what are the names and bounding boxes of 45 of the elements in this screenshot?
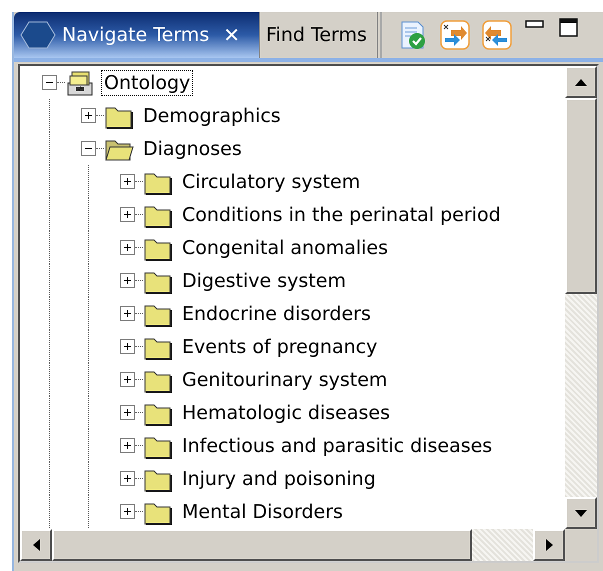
scroll-up-button[interactable] xyxy=(565,66,597,98)
view-tab[interactable]: Navigate Terms ✕ xyxy=(14,12,260,58)
expander-icon[interactable] xyxy=(120,372,135,387)
tree-item[interactable]: Infectious and parasitic diseases xyxy=(179,432,496,458)
scrollbar-corner xyxy=(565,529,597,561)
horizontal-scrollbar[interactable] xyxy=(20,529,597,561)
scroll-down-button[interactable] xyxy=(565,497,597,529)
arrows-icon[interactable] xyxy=(440,20,470,50)
expander-icon[interactable] xyxy=(120,405,135,420)
tree-item[interactable]: Digestive system xyxy=(179,268,349,294)
tree-item[interactable]: Injury and poisoning xyxy=(179,466,379,492)
view-tab[interactable]: Find Terms xyxy=(260,12,378,58)
hexagon-icon xyxy=(20,21,56,49)
tree-item[interactable]: Demographics xyxy=(140,102,284,128)
expander-icon[interactable] xyxy=(120,306,135,321)
close-icon[interactable]: ✕ xyxy=(223,23,240,47)
expander-icon[interactable] xyxy=(120,339,135,354)
cabinet-icon xyxy=(65,68,95,96)
tree-item[interactable]: Conditions in the perinatal period xyxy=(179,202,504,228)
tree-item[interactable]: Ontology xyxy=(101,70,194,96)
scroll-right-button[interactable] xyxy=(533,529,565,561)
expander-icon[interactable] xyxy=(120,471,135,486)
maximize-icon[interactable] xyxy=(558,17,580,39)
tree-item[interactable]: Mental Disorders xyxy=(179,498,346,524)
vertical-scrollbar[interactable] xyxy=(565,66,597,529)
scroll-left-button[interactable] xyxy=(20,529,52,561)
expander-icon[interactable] xyxy=(120,504,135,519)
tree-item[interactable]: Circulatory system xyxy=(179,168,364,194)
expander-icon[interactable] xyxy=(42,75,57,90)
expander-icon[interactable] xyxy=(120,174,135,189)
expander-icon[interactable] xyxy=(81,108,96,123)
expander-icon[interactable] xyxy=(120,273,135,288)
tree-item[interactable]: Hematologic diseases xyxy=(179,400,393,426)
tree-item[interactable]: Diagnoses xyxy=(140,136,245,162)
expander-icon[interactable] xyxy=(120,240,135,255)
tree-item[interactable]: Events of pregnancy xyxy=(179,334,380,360)
tree-item[interactable]: Endocrine disorders xyxy=(179,300,374,326)
expander-icon[interactable] xyxy=(81,141,96,156)
tree-item[interactable]: Genitourinary system xyxy=(179,366,390,392)
arrows-icon[interactable] xyxy=(482,20,512,50)
scroll-thumb[interactable] xyxy=(565,98,597,294)
expander-icon[interactable] xyxy=(120,438,135,453)
expander-icon[interactable] xyxy=(120,207,135,222)
tree-item[interactable]: Congenital anomalies xyxy=(179,234,392,260)
scroll-thumb[interactable] xyxy=(52,529,472,561)
